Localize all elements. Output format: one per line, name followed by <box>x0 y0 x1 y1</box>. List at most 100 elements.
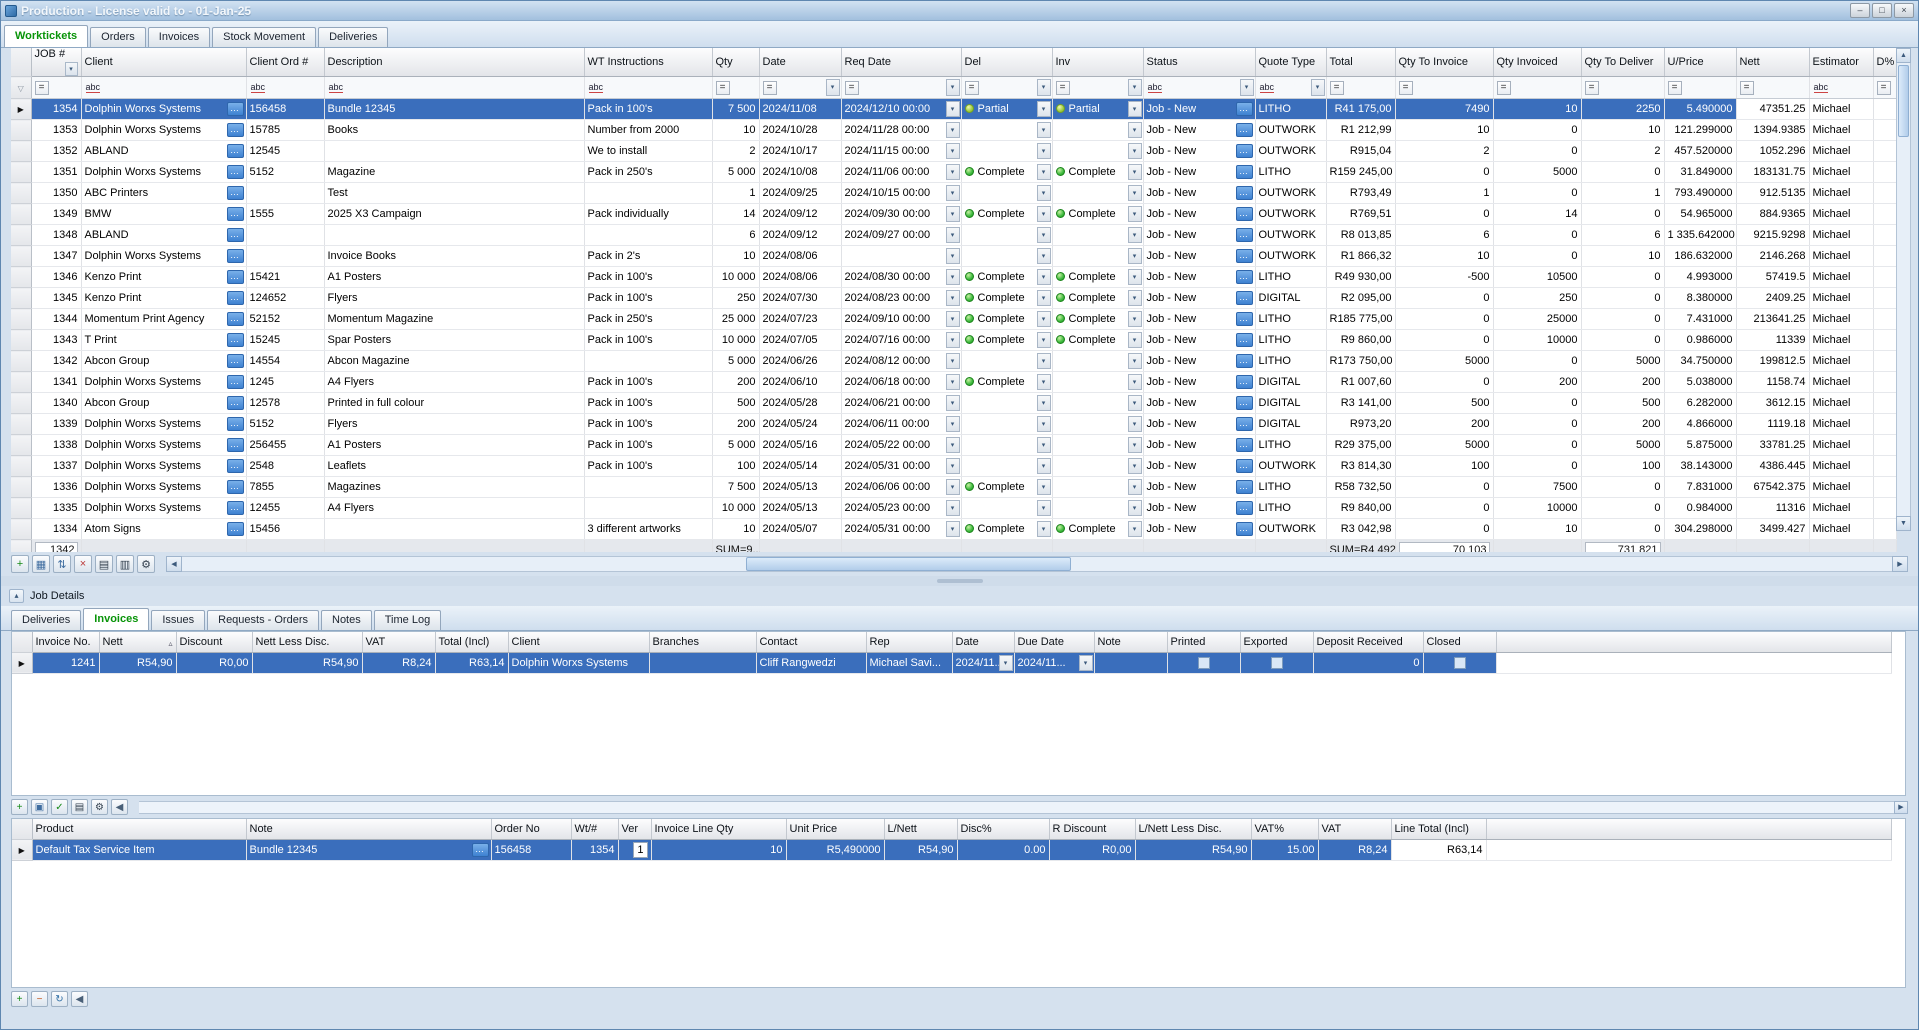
date-cell[interactable]: 2024/07/23 <box>759 309 841 330</box>
date-cell[interactable]: 2024/05/13 <box>759 477 841 498</box>
wt_instructions-cell[interactable]: Pack in 100's <box>584 288 712 309</box>
worktickets-row[interactable]: 1343T Print…15245Spar PostersPack in 100… <box>11 330 1896 351</box>
nett-cell[interactable]: 2146.268 <box>1736 246 1809 267</box>
filter-cell-date[interactable]: =▾ <box>759 77 841 99</box>
column-header-invoice_line_qty[interactable]: Invoice Line Qty <box>651 819 786 839</box>
wt_instructions-cell[interactable] <box>584 183 712 204</box>
req_date-cell[interactable]: 2024/06/11 00:00▾ <box>841 414 961 435</box>
status-cell[interactable]: Job - New… <box>1143 477 1255 498</box>
qty-cell[interactable]: 1 <box>712 183 759 204</box>
dropdown-arrow-icon[interactable]: ▾ <box>1037 332 1051 348</box>
dropdown-arrow-icon[interactable]: ▾ <box>946 164 960 180</box>
client_ord-cell[interactable]: 7855 <box>246 477 324 498</box>
client-cell[interactable]: Atom Signs… <box>81 519 246 540</box>
client_ord-cell[interactable]: 15421 <box>246 267 324 288</box>
u_price-cell[interactable]: 54.965000 <box>1664 204 1736 225</box>
print-icon[interactable]: ▤ <box>95 555 113 573</box>
qty-cell[interactable]: 10 000 <box>712 267 759 288</box>
date-cell[interactable]: 2024/06/26 <box>759 351 841 372</box>
inv-cell[interactable]: ▾ <box>1052 120 1143 141</box>
qty_invoiced-cell[interactable]: 7500 <box>1493 477 1581 498</box>
req_date-cell[interactable]: 2024/06/21 00:00▾ <box>841 393 961 414</box>
ellipsis-button[interactable]: … <box>227 354 244 368</box>
del-cell[interactable]: Complete▾ <box>961 162 1052 183</box>
estimator-cell[interactable]: Michael <box>1809 162 1873 183</box>
del-cell[interactable]: Complete▾ <box>961 267 1052 288</box>
worktickets-row[interactable]: 1340Abcon Group…12578Printed in full col… <box>11 393 1896 414</box>
req_date-cell[interactable]: 2024/08/12 00:00▾ <box>841 351 961 372</box>
worktickets-row[interactable]: 1351Dolphin Worxs Systems…5152MagazinePa… <box>11 162 1896 183</box>
qty_to_invoice-cell[interactable]: 0 <box>1395 330 1493 351</box>
column-header-total_incl[interactable]: Total (Incl) <box>435 632 508 652</box>
dropdown-arrow-icon[interactable]: ▾ <box>1037 395 1051 411</box>
qty_invoiced-cell[interactable]: 0 <box>1493 351 1581 372</box>
inv-cell[interactable]: ▾ <box>1052 225 1143 246</box>
inv-cell[interactable]: ▾ <box>1052 246 1143 267</box>
sort-icon[interactable]: ⇅ <box>53 555 71 573</box>
qty-cell[interactable]: 10 000 <box>712 498 759 519</box>
nett-cell[interactable]: 213641.25 <box>1736 309 1809 330</box>
column-header-r_discount[interactable]: R Discount <box>1049 819 1135 839</box>
nett-cell[interactable]: 1158.74 <box>1736 372 1809 393</box>
dropdown-arrow-icon[interactable]: ▾ <box>946 227 960 243</box>
dropdown-arrow-icon[interactable]: ▾ <box>946 101 960 117</box>
dropdown-arrow-icon[interactable]: ▾ <box>1037 479 1051 495</box>
wt_instructions-cell[interactable]: Pack in 100's <box>584 435 712 456</box>
status-cell[interactable]: Job - New… <box>1143 456 1255 477</box>
column-header-date[interactable]: Date <box>952 632 1014 652</box>
qty_to_invoice-cell[interactable]: 0 <box>1395 477 1493 498</box>
wt_instructions-cell[interactable]: Pack in 100's <box>584 267 712 288</box>
del-cell[interactable]: Partial▾ <box>961 99 1052 120</box>
disc_pct-cell[interactable]: 0.00 <box>957 839 1049 860</box>
qty-cell[interactable]: 200 <box>712 372 759 393</box>
job-cell[interactable]: 1344 <box>31 309 81 330</box>
worktickets-row[interactable]: 1346Kenzo Print…15421A1 PostersPack in 1… <box>11 267 1896 288</box>
quote_type-cell[interactable]: OUTWORK <box>1255 246 1326 267</box>
settings-icon[interactable]: ⚙ <box>137 555 155 573</box>
total_incl-cell[interactable]: R63,14 <box>435 652 508 673</box>
copy-icon[interactable]: ▣ <box>31 799 48 815</box>
qty_to_deliver-cell[interactable]: 500 <box>1581 393 1664 414</box>
qty_to_invoice-cell[interactable]: 6 <box>1395 225 1493 246</box>
delete-icon[interactable]: × <box>74 555 92 573</box>
wt_instructions-cell[interactable]: Pack in 250's <box>584 162 712 183</box>
qty-cell[interactable]: 5 000 <box>712 162 759 183</box>
description-cell[interactable]: 2025 X3 Campaign <box>324 204 584 225</box>
d_pct-cell[interactable] <box>1873 183 1896 204</box>
scroll-down-icon[interactable]: ▼ <box>1896 516 1911 531</box>
wt_instructions-cell[interactable] <box>584 477 712 498</box>
job-cell[interactable]: 1342 <box>31 351 81 372</box>
column-header-discount[interactable]: Discount <box>176 632 252 652</box>
closed-cell[interactable] <box>1423 652 1496 673</box>
dropdown-arrow-icon[interactable]: ▾ <box>1037 521 1051 537</box>
print-icon[interactable]: ▤ <box>71 799 88 815</box>
total-cell[interactable]: R41 175,00 <box>1326 99 1395 120</box>
qty_to_invoice-cell[interactable]: 10 <box>1395 120 1493 141</box>
status-cell[interactable]: Job - New… <box>1143 414 1255 435</box>
ellipsis-button[interactable]: … <box>227 207 244 221</box>
qty_invoiced-cell[interactable]: 10 <box>1493 519 1581 540</box>
filter-cell-description[interactable]: abc <box>324 77 584 99</box>
date-cell[interactable]: 2024/07/05 <box>759 330 841 351</box>
column-header-line_total_incl[interactable]: Line Total (Incl) <box>1391 819 1486 839</box>
close-button[interactable]: × <box>1894 3 1914 18</box>
splitter-grip-icon[interactable] <box>937 579 983 583</box>
estimator-cell[interactable]: Michael <box>1809 204 1873 225</box>
r_discount-cell[interactable]: R0,00 <box>1049 839 1135 860</box>
job-cell[interactable]: 1338 <box>31 435 81 456</box>
qty_to_deliver-cell[interactable]: 0 <box>1581 519 1664 540</box>
job-cell[interactable]: 1334 <box>31 519 81 540</box>
l_nett-cell[interactable]: R54,90 <box>884 839 957 860</box>
del-cell[interactable]: Complete▾ <box>961 519 1052 540</box>
quote_type-cell[interactable]: DIGITAL <box>1255 414 1326 435</box>
ellipsis-button[interactable]: … <box>227 186 244 200</box>
estimator-cell[interactable]: Michael <box>1809 477 1873 498</box>
status-cell[interactable]: Job - New… <box>1143 267 1255 288</box>
worktickets-row[interactable]: 1352ABLAND…12545We to install22024/10/17… <box>11 141 1896 162</box>
d_pct-cell[interactable] <box>1873 477 1896 498</box>
qty_to_deliver-cell[interactable]: 5000 <box>1581 351 1664 372</box>
description-cell[interactable]: Test <box>324 183 584 204</box>
inv-cell[interactable]: Complete▾ <box>1052 204 1143 225</box>
dropdown-arrow-icon[interactable]: ▾ <box>1128 500 1142 516</box>
column-header-rep[interactable]: Rep <box>866 632 952 652</box>
